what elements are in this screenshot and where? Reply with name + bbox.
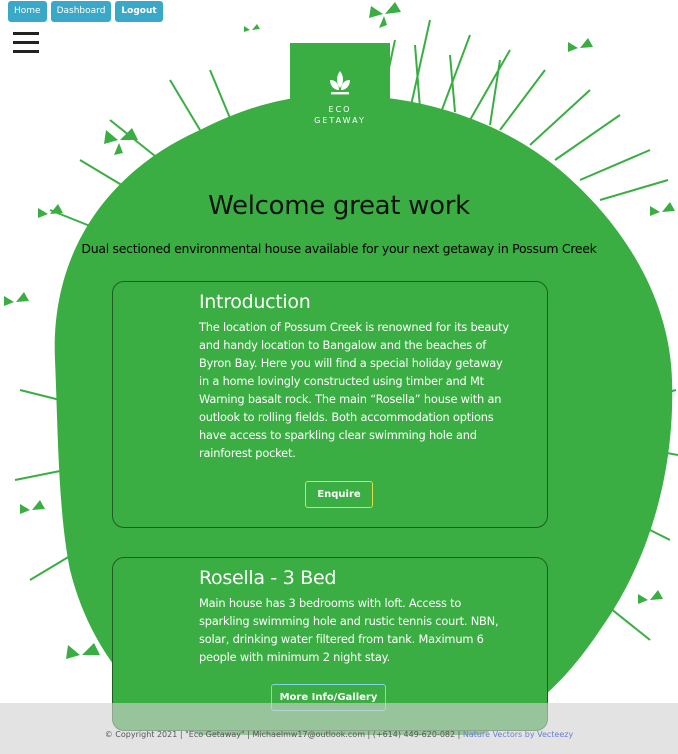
card-body: The location of Possum Creek is renowned… xyxy=(199,320,509,460)
logo-line1: ECO xyxy=(328,105,352,114)
home-button[interactable]: Home xyxy=(8,1,47,22)
enquire-button[interactable]: Enquire xyxy=(305,481,373,508)
page-title: Welcome great work xyxy=(208,191,470,221)
card-body: Main house has 3 bedrooms with loft. Acc… xyxy=(199,596,499,664)
introduction-card: Introduction The location of Possum Cree… xyxy=(112,281,548,528)
footer: © Copyright 2021 | "Eco Getaway" | Micha… xyxy=(0,703,678,754)
dashboard-button[interactable]: Dashboard xyxy=(50,1,112,22)
eco-getaway-logo[interactable]: ECO GETAWAY xyxy=(290,43,390,149)
logo-line2: GETAWAY xyxy=(314,116,366,125)
vecteezy-link[interactable]: Nature Vectors by Vecteezy xyxy=(463,730,573,739)
hamburger-menu-icon[interactable] xyxy=(13,32,39,54)
card-title: Introduction xyxy=(199,291,311,313)
top-navigation: Home Dashboard Logout xyxy=(8,1,163,22)
page-subtitle: Dual sectioned environmental house avail… xyxy=(81,241,597,256)
card-title: Rosella - 3 Bed xyxy=(199,567,337,589)
leaf-icon xyxy=(330,71,350,95)
logout-button[interactable]: Logout xyxy=(115,1,163,22)
logo-text: ECO GETAWAY xyxy=(314,104,366,126)
footer-copyright: © Copyright 2021 | "Eco Getaway" | Micha… xyxy=(104,730,461,739)
